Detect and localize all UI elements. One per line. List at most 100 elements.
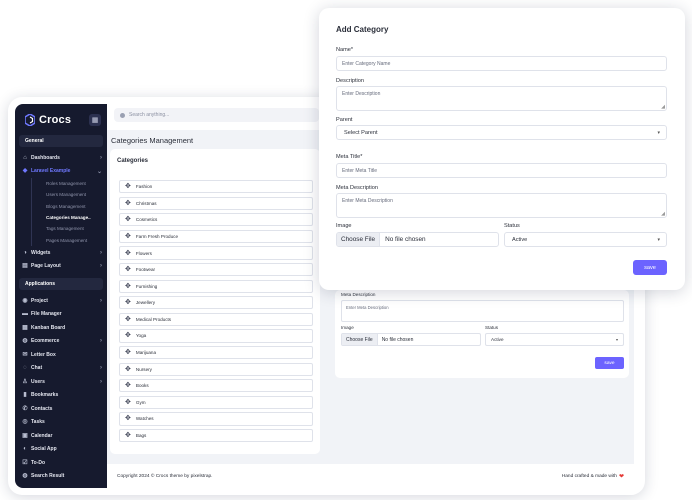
chevron-right-icon: ›: [100, 365, 102, 372]
drag-handle-icon[interactable]: ✥: [125, 183, 131, 190]
category-label: Books: [135, 383, 149, 389]
sidebar-item-users[interactable]: ♙ Users ›: [15, 375, 107, 389]
parent-value: Select Parent: [344, 129, 378, 136]
kanban-icon: ▦: [22, 324, 28, 331]
drag-handle-icon[interactable]: ✥: [125, 216, 131, 223]
sidebar-item-dashboards[interactable]: ⌂ Dashboards ›: [15, 151, 107, 165]
category-item[interactable]: ✥ Flowers: [119, 246, 313, 260]
drag-handle-icon[interactable]: ✥: [125, 283, 131, 290]
category-item[interactable]: ✥ Farm Fresh Produce: [119, 229, 313, 244]
save-button[interactable]: save: [633, 260, 667, 275]
category-item[interactable]: ✥ Medical Products: [119, 312, 313, 327]
category-item[interactable]: ✥ Furnishing: [119, 279, 313, 293]
sidebar-subitem-tags-management[interactable]: Tags Management: [31, 223, 107, 235]
bg-meta-description-label: Meta Description: [341, 292, 376, 297]
drag-handle-icon[interactable]: ✥: [125, 299, 131, 306]
chevron-down-icon: ▾: [615, 337, 618, 342]
categories-card-title: Categories: [117, 158, 149, 164]
footer-copyright: Copyright 2024 © Crocs theme by pixelstr…: [117, 473, 213, 479]
chevron-down-icon: ⌄: [96, 168, 102, 175]
folder-icon: ▬: [22, 311, 28, 318]
sidebar-item-bookmarks[interactable]: ▮ Bookmarks: [15, 388, 107, 402]
sidebar-subitem-pages-management[interactable]: Pages Management: [31, 234, 107, 246]
sidebar-item-kanban-board[interactable]: ▦ Kanban Board: [15, 321, 107, 335]
sidebar-item-calendar[interactable]: ▣ Calendar: [15, 429, 107, 443]
sidebar-item-ecommerce[interactable]: ◍ Ecommerce ›: [15, 334, 107, 348]
drag-handle-icon[interactable]: ✥: [125, 366, 131, 373]
description-field[interactable]: Enter Description ◢: [336, 86, 667, 111]
footer-crafted: Hand crafted & made with ❤: [562, 473, 624, 480]
category-item[interactable]: ✥ Gym: [119, 395, 313, 410]
user-icon: ♙: [22, 378, 28, 385]
status-select[interactable]: Active ▾: [504, 232, 667, 247]
category-item[interactable]: ✥ Jewellery: [119, 296, 313, 310]
bg-save-button[interactable]: save: [595, 357, 624, 369]
category-item[interactable]: ✥ Footwear: [119, 262, 313, 277]
search-input[interactable]: Search anything...: [114, 108, 319, 122]
sidebar-item-contacts[interactable]: ✆ Contacts: [15, 402, 107, 416]
bg-choose-file-button[interactable]: Choose File: [342, 334, 378, 345]
sidebar-item-widgets[interactable]: ◑ Widgets ›: [15, 246, 107, 260]
category-item[interactable]: ✥ Watches: [119, 412, 313, 426]
sidebar-subitem-blogs-management[interactable]: Blogs Management: [31, 200, 107, 212]
bg-status-select[interactable]: Active ▾: [485, 333, 624, 346]
description-label: Description: [336, 78, 364, 84]
meta-description-field[interactable]: Enter Meta Description ◢: [336, 193, 667, 218]
status-value: Active: [512, 236, 528, 243]
drag-handle-icon[interactable]: ✥: [125, 266, 131, 273]
sidebar-item-label: Search Result: [31, 473, 65, 480]
category-label: Christmas: [135, 200, 157, 206]
sidebar-item-page-layout[interactable]: ▤ Page Layout ›: [15, 259, 107, 273]
resize-handle-icon[interactable]: ◢: [661, 212, 665, 217]
drag-handle-icon[interactable]: ✥: [125, 332, 131, 339]
drag-handle-icon[interactable]: ✥: [125, 250, 131, 257]
drag-handle-icon[interactable]: ✥: [125, 349, 131, 356]
name-label: Name*: [336, 47, 354, 53]
bg-image-file-input[interactable]: Choose File No file chosen: [341, 333, 481, 346]
name-field[interactable]: Enter Category Name: [336, 56, 667, 71]
modal-title: Add Category: [336, 25, 389, 34]
sidebar-item-laravel-example[interactable]: ◆ Laravel Example ⌄: [15, 165, 107, 179]
category-item[interactable]: ✥ Bags: [119, 428, 313, 443]
category-item[interactable]: ✥ Nursery: [119, 362, 313, 376]
sidebar-item-chat[interactable]: ◌ Chat ›: [15, 361, 107, 375]
sidebar-item-label: Contacts: [31, 405, 53, 412]
drag-handle-icon[interactable]: ✥: [125, 200, 131, 207]
bg-meta-description-field[interactable]: Enter Meta Description: [341, 300, 624, 322]
category-item[interactable]: ✥ Cosmetics: [119, 213, 313, 227]
sidebar-item-search-result[interactable]: ◍ Search Result: [15, 469, 107, 483]
category-label: Farm Fresh Produce: [135, 233, 178, 239]
sidebar-item-label: Ecommerce: [31, 338, 60, 345]
sidebar-item-project[interactable]: ◉ Project ›: [15, 294, 107, 308]
sidebar-subitem-users-management[interactable]: Users Management: [31, 189, 107, 201]
brand-name: Crocs: [39, 114, 72, 126]
choose-file-button[interactable]: Choose File: [337, 233, 381, 246]
sidebar-item-letter-box[interactable]: ✉ Letter Box: [15, 348, 107, 362]
sidebar-subitem-roles-management[interactable]: Roles Management: [31, 178, 107, 190]
laravel-icon: ◆: [22, 168, 28, 175]
category-item[interactable]: ✥ Yoga: [119, 329, 313, 343]
sidebar-item-tasks[interactable]: ◎ Tasks: [15, 415, 107, 429]
phone-icon: ✆: [22, 405, 28, 412]
category-item[interactable]: ✥ Christmas: [119, 196, 313, 210]
sidebar-toggle-icon[interactable]: ▦: [89, 114, 101, 126]
resize-handle-icon[interactable]: ◢: [661, 105, 665, 110]
drag-handle-icon[interactable]: ✥: [125, 316, 131, 323]
image-file-input[interactable]: Choose File No file chosen: [336, 232, 499, 247]
drag-handle-icon[interactable]: ✥: [125, 415, 131, 422]
sidebar-item-file-manager[interactable]: ▬ File Manager: [15, 307, 107, 321]
sidebar-subitem-categories-manage[interactable]: Categories Manage..: [31, 211, 107, 224]
meta-title-field[interactable]: Enter Meta Title: [336, 163, 667, 178]
sidebar-item-to-do[interactable]: ☑ To-Do: [15, 456, 107, 470]
category-item[interactable]: ✥ Books: [119, 379, 313, 393]
parent-select[interactable]: Select Parent ▾: [336, 125, 667, 140]
category-label: Medical Products: [135, 316, 172, 322]
drag-handle-icon[interactable]: ✥: [125, 399, 131, 406]
category-item[interactable]: ✥ Marijuana: [119, 345, 313, 360]
category-item[interactable]: ✥ Fashion: [119, 180, 313, 194]
sidebar-item-label: Bookmarks: [31, 392, 59, 399]
drag-handle-icon[interactable]: ✥: [125, 432, 131, 439]
sidebar-item-social-app[interactable]: ◐ Social App: [15, 442, 107, 456]
drag-handle-icon[interactable]: ✥: [125, 233, 131, 240]
drag-handle-icon[interactable]: ✥: [125, 382, 131, 389]
